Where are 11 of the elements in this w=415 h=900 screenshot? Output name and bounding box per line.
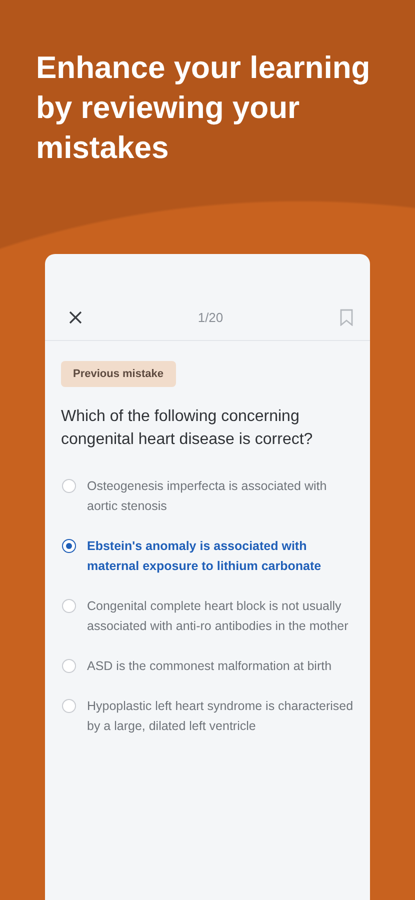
answer-option[interactable]: Congenital complete heart block is not usually associated with anti-ro antibodies in the mother [87,596,354,636]
headline: Enhance your learning by reviewing your mistakes [35,49,372,167]
answer-option[interactable]: ASD is the commonest malformation at birth [87,656,332,676]
answer-option[interactable]: Ebstein's anomaly is associated with maternal exposure to lithium carbonate [87,536,354,576]
previous-mistake-tag: Previous mistake [61,361,176,387]
question-text: Which of the following concerning congenital heart disease is correct? [61,407,314,450]
close-icon [68,310,82,324]
radio-button[interactable] [62,539,76,553]
answer-option[interactable]: Osteogenesis imperfecta is associated with aortic stenosis [87,476,354,516]
question-counter: 1/20 [198,310,224,324]
answer-option[interactable]: Hypoplastic left heart syndrome is characterised by a large, dilated left ventricle [87,696,354,736]
